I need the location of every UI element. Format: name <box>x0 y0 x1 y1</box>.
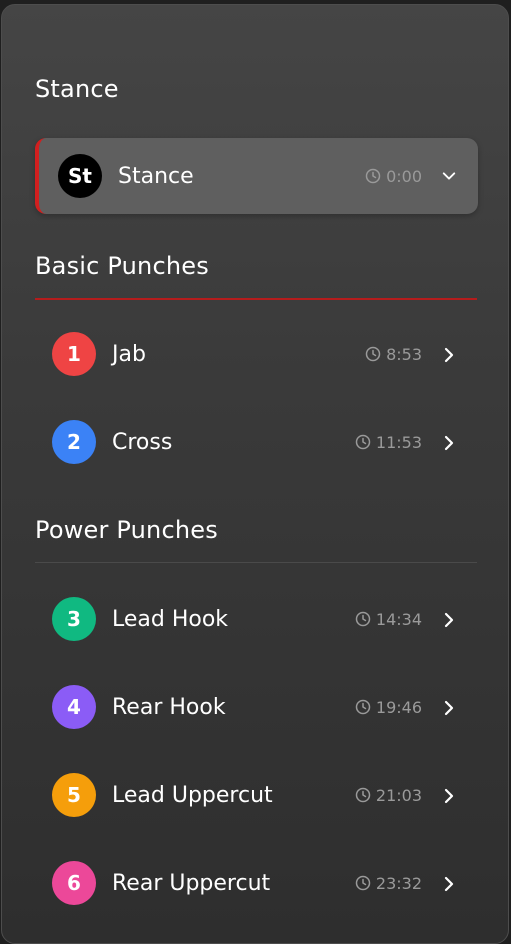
lesson-label: Cross <box>112 429 173 455</box>
clock-icon <box>365 168 381 184</box>
lesson-duration: 19:46 <box>355 698 422 717</box>
lesson-time: 8:53 <box>386 344 422 364</box>
section-title-stance: Stance <box>35 75 119 103</box>
lesson-duration: 23:32 <box>355 874 422 893</box>
lesson-badge: 5 <box>52 773 96 817</box>
lesson-badge: 3 <box>52 597 96 641</box>
lesson-time: 19:46 <box>375 697 422 717</box>
lesson-item-jab[interactable]: 1 Jab 8:53 <box>35 316 478 392</box>
lesson-duration: 21:03 <box>355 786 422 805</box>
lesson-label: Stance <box>118 163 194 189</box>
clock-icon <box>355 434 371 450</box>
lesson-panel: Stance St Stance 0:00 Basic Punches 1 Ja… <box>1 4 509 944</box>
lesson-label: Jab <box>112 341 146 367</box>
lesson-time: 0:00 <box>386 166 422 186</box>
lesson-item-lead-hook[interactable]: 3 Lead Hook 14:34 <box>35 581 478 657</box>
section-title-basic-punches: Basic Punches <box>35 252 209 280</box>
clock-icon <box>355 611 371 627</box>
lesson-item-rear-uppercut[interactable]: 6 Rear Uppercut 23:32 <box>35 845 478 921</box>
chevron-right-icon[interactable] <box>442 700 456 716</box>
lesson-badge: 4 <box>52 685 96 729</box>
clock-icon <box>355 875 371 891</box>
section-divider <box>35 562 477 563</box>
lesson-item-lead-uppercut[interactable]: 5 Lead Uppercut 21:03 <box>35 757 478 833</box>
lesson-duration: 11:53 <box>355 433 422 452</box>
clock-icon <box>365 346 381 362</box>
chevron-right-icon[interactable] <box>442 876 456 892</box>
section-title-power-punches: Power Punches <box>35 516 218 544</box>
lesson-duration: 14:34 <box>355 610 422 629</box>
chevron-right-icon[interactable] <box>442 788 456 804</box>
lesson-time: 11:53 <box>375 432 422 452</box>
section-divider <box>35 298 477 300</box>
lesson-badge: St <box>58 154 102 198</box>
clock-icon <box>355 699 371 715</box>
lesson-time: 21:03 <box>375 785 422 805</box>
lesson-item-cross[interactable]: 2 Cross 11:53 <box>35 404 478 480</box>
clock-icon <box>355 787 371 803</box>
chevron-right-icon[interactable] <box>442 347 456 363</box>
chevron-right-icon[interactable] <box>442 435 456 451</box>
chevron-right-icon[interactable] <box>442 612 456 628</box>
lesson-label: Rear Uppercut <box>112 870 271 896</box>
chevron-down-icon[interactable] <box>442 169 456 183</box>
lesson-badge: 1 <box>52 332 96 376</box>
lesson-badge: 2 <box>52 420 96 464</box>
lesson-item-rear-hook[interactable]: 4 Rear Hook 19:46 <box>35 669 478 745</box>
lesson-time: 14:34 <box>375 609 422 629</box>
lesson-label: Rear Hook <box>112 694 226 720</box>
lesson-duration: 0:00 <box>365 167 422 186</box>
lesson-item-stance[interactable]: St Stance 0:00 <box>35 138 478 214</box>
lesson-label: Lead Uppercut <box>112 782 273 808</box>
lesson-badge: 6 <box>52 861 96 905</box>
lesson-time: 23:32 <box>375 873 422 893</box>
lesson-label: Lead Hook <box>112 606 229 632</box>
lesson-duration: 8:53 <box>365 345 422 364</box>
